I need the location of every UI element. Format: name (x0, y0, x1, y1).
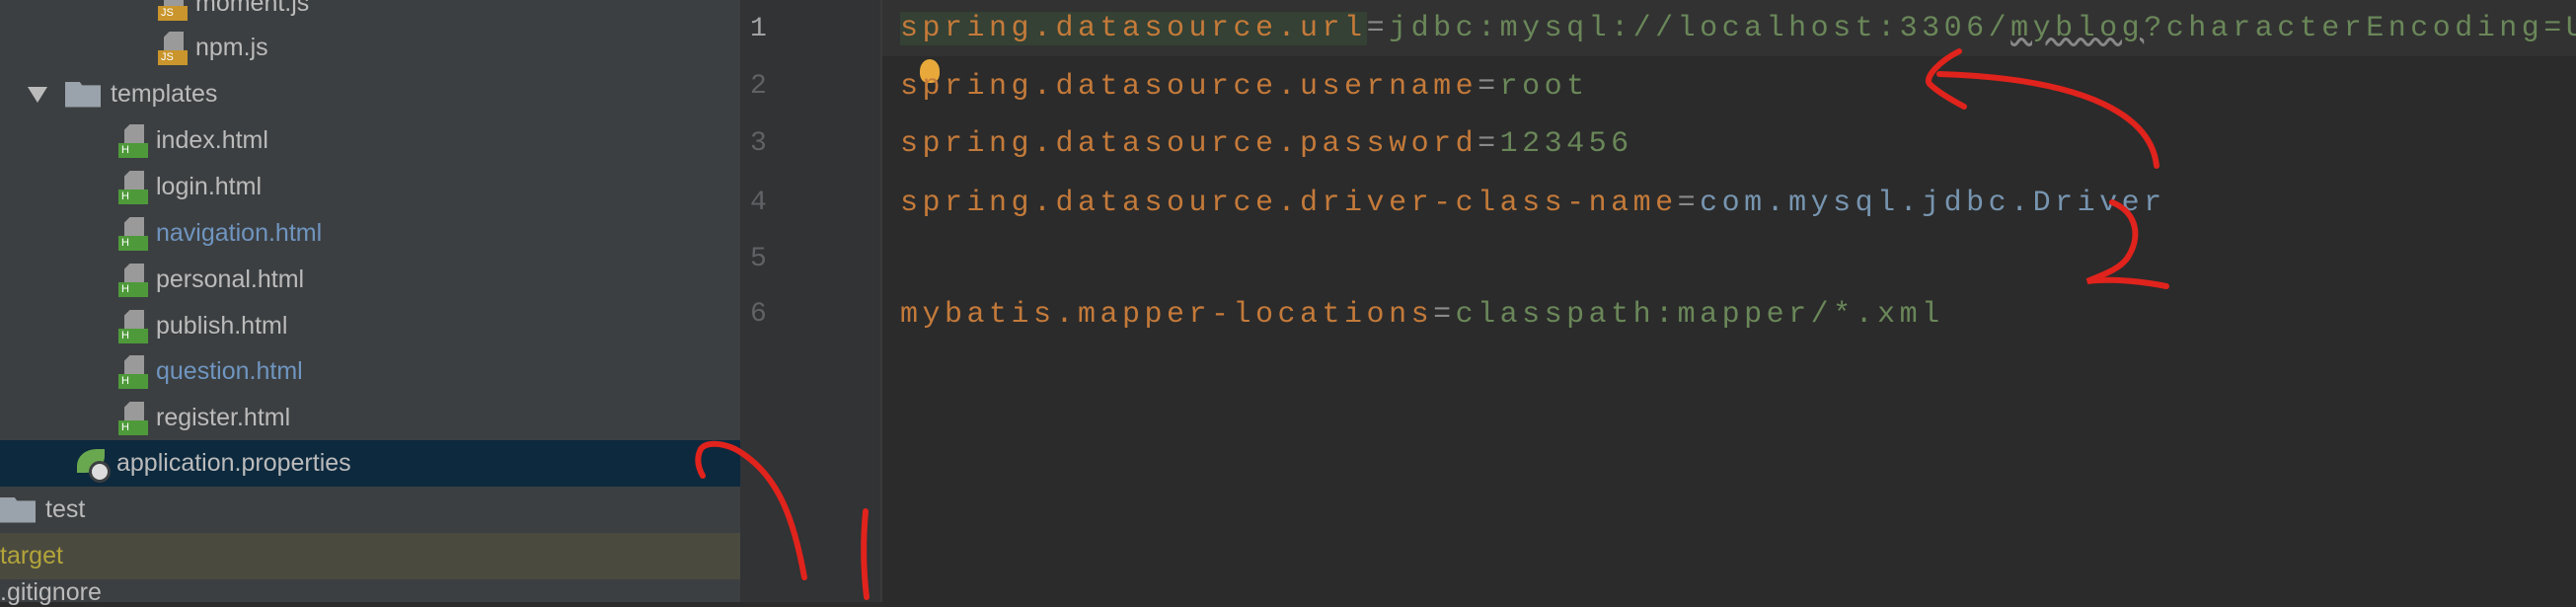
tree-item-register-html[interactable]: Hregister.html (0, 395, 740, 441)
property-value: root (1499, 70, 1589, 104)
code-line-3[interactable]: spring.datasource.password=123456 (900, 127, 1633, 161)
html-file-icon: H (116, 310, 148, 343)
property-key: spring.datasource.password (900, 127, 1478, 161)
property-value: com.mysql.jdbc.Driver (1700, 187, 2166, 220)
tree-item-moment-js[interactable]: JS moment.js (0, 0, 740, 27)
tree-item-templates[interactable]: templates (0, 71, 740, 117)
html-file-icon: H (116, 402, 148, 435)
property-value-typo: myblog (2010, 12, 2145, 45)
folder-icon (0, 496, 36, 523)
property-value: jdbc:mysql://localhost:3306/ (1389, 12, 2011, 45)
equals-sign: = (1677, 187, 1701, 220)
property-value: classpath:mapper/*.xml (1455, 298, 1944, 332)
line-number: 3 (750, 128, 767, 159)
property-key: spring.datasource.url (900, 12, 1367, 45)
property-key: spring.datasource.driver-class-name (900, 187, 1678, 220)
line-number: 1 (750, 14, 767, 44)
tree-item-personal-html[interactable]: Hpersonal.html (0, 257, 740, 303)
property-value: 123456 (1499, 127, 1633, 161)
html-file-icon: H (116, 171, 148, 204)
html-file-icon: H (116, 217, 148, 251)
tree-item-label: login.html (156, 173, 262, 200)
equals-sign: = (1366, 12, 1390, 45)
html-file-icon: H (116, 124, 148, 158)
tree-item-login-html[interactable]: Hlogin.html (0, 164, 740, 210)
tree-item-question-html[interactable]: Hquestion.html (0, 348, 740, 395)
tree-item-label: target (0, 542, 63, 569)
js-file-icon: JS (156, 32, 188, 65)
equals-sign: = (1433, 298, 1456, 332)
tree-item-label: publish.html (156, 312, 288, 340)
code-line-6[interactable]: mybatis.mapper-locations=classpath:mappe… (900, 298, 1944, 332)
code-editor[interactable]: spring.datasource.url=jdbc:mysql://local… (882, 0, 2576, 602)
tree-item-label: personal.html (156, 266, 305, 293)
property-value: ?characterEncoding=UTF-8 (2144, 12, 2576, 45)
equals-sign: = (1477, 70, 1500, 104)
js-file-icon: JS (156, 0, 188, 21)
tree-item-label: register.html (156, 404, 291, 431)
tree-item-label: templates (111, 80, 218, 108)
expand-arrow-icon[interactable] (28, 86, 47, 103)
line-number: 6 (750, 299, 767, 330)
tree-item-index-html[interactable]: Hindex.html (0, 117, 740, 164)
tree-item-label: question.html (156, 357, 303, 385)
tree-item-publish-html[interactable]: Hpublish.html (0, 303, 740, 349)
tree-item-label: navigation.html (156, 219, 323, 247)
project-tree: JS moment.js JS npm.js templates Hindex.ht… (0, 0, 740, 606)
tree-item-application-properties[interactable]: application.properties (0, 440, 740, 487)
spring-properties-icon (75, 447, 111, 483)
tree-item-label: index.html (156, 126, 268, 154)
code-line-4[interactable]: spring.datasource.driver-class-name=com.… (900, 187, 2166, 220)
property-key: spring.datasource.username (900, 70, 1478, 104)
property-key: mybatis.mapper-locations (900, 298, 1434, 332)
tree-item-label: moment.js (195, 0, 310, 17)
tree-item-label: test (45, 495, 86, 523)
tree-item-test[interactable]: test (0, 487, 740, 533)
line-number: 2 (750, 71, 767, 102)
tree-item-label: application.properties (116, 449, 351, 477)
code-line-2[interactable]: spring.datasource.username=root (900, 70, 1589, 104)
html-file-icon: H (116, 355, 148, 389)
tree-item-navigation-html[interactable]: Hnavigation.html (0, 210, 740, 257)
code-line-1[interactable]: spring.datasource.url=jdbc:mysql://local… (900, 12, 2576, 45)
folder-icon (65, 81, 101, 108)
equals-sign: = (1477, 127, 1500, 161)
tree-item-label: .gitignore (0, 578, 102, 606)
tree-item-npm-js[interactable]: JS npm.js (0, 25, 740, 71)
html-file-icon: H (116, 264, 148, 297)
line-number-gutter: 1 2 3 4 5 6 (740, 0, 882, 602)
tree-item-label: npm.js (195, 34, 268, 61)
line-number: 4 (750, 188, 767, 218)
tree-item-target[interactable]: target (0, 533, 740, 579)
line-number: 5 (750, 244, 767, 274)
tree-item-gitignore[interactable]: .gitignore (0, 578, 740, 606)
